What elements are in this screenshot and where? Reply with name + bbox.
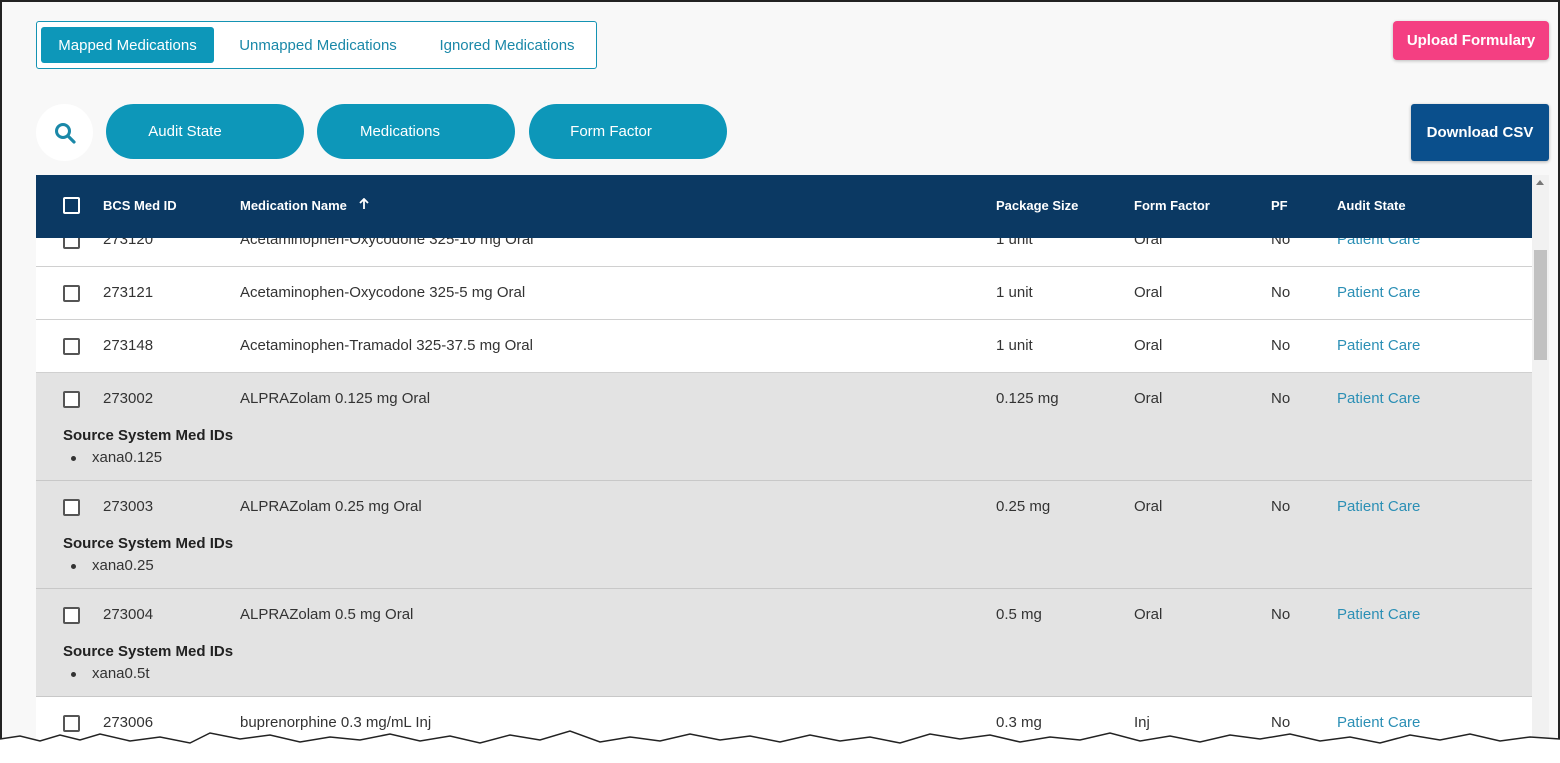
header-medication-name[interactable]: Medication Name xyxy=(240,197,369,213)
bcs-med-id: 273003 xyxy=(103,498,154,515)
filter-form-factor[interactable]: Form Factor xyxy=(529,104,727,159)
row-checkbox[interactable] xyxy=(63,338,80,355)
audit-state-link[interactable]: Patient Care xyxy=(1337,498,1420,515)
form-factor: Oral xyxy=(1134,238,1163,248)
header-audit-state[interactable]: Audit State xyxy=(1337,198,1406,213)
audit-state-link[interactable]: Patient Care xyxy=(1337,284,1420,301)
medication-name: Acetaminophen-Oxycodone 325-10 mg Oral xyxy=(240,238,534,248)
download-csv-button[interactable]: Download CSV xyxy=(1411,104,1549,161)
table-row-expanded[interactable]: 273004 ALPRAZolam 0.5 mg Oral 0.5 mg Ora… xyxy=(36,589,1532,697)
source-ids-label: Source System Med IDs xyxy=(63,643,234,660)
pf-value: No xyxy=(1271,498,1291,515)
tab-unmapped-medications[interactable]: Unmapped Medications xyxy=(214,27,422,63)
medications-table: BCS Med ID Medication Name Package Size … xyxy=(36,175,1549,763)
form-factor: Oral xyxy=(1134,390,1163,407)
audit-state-link[interactable]: Patient Care xyxy=(1337,337,1420,354)
header-pf[interactable]: PF xyxy=(1271,198,1288,213)
filter-audit-state[interactable]: Audit State xyxy=(106,104,304,159)
pf-value: No xyxy=(1271,238,1291,248)
table-body: 273120 Acetaminophen-Oxycodone 325-10 mg… xyxy=(36,238,1532,763)
table-row[interactable]: 273121 Acetaminophen-Oxycodone 325-5 mg … xyxy=(36,267,1532,320)
package-size: 1 unit xyxy=(996,284,1033,301)
source-id-item: xana0.125 xyxy=(70,449,163,466)
table-header: BCS Med ID Medication Name Package Size … xyxy=(36,175,1532,238)
package-size: 1 unit xyxy=(996,238,1033,248)
search-button[interactable] xyxy=(36,104,93,161)
source-ids-label: Source System Med IDs xyxy=(63,427,234,444)
tab-mapped-medications[interactable]: Mapped Medications xyxy=(41,27,214,63)
source-id-item: xana0.25 xyxy=(71,557,154,574)
source-id-item: xana0.5t xyxy=(71,665,150,682)
bcs-med-id: 273002 xyxy=(103,390,154,407)
row-checkbox[interactable] xyxy=(63,607,80,624)
search-icon xyxy=(54,122,76,144)
pf-value: No xyxy=(1271,284,1291,301)
select-all-checkbox[interactable] xyxy=(63,197,80,214)
row-checkbox[interactable] xyxy=(63,391,80,408)
package-size: 0.25 mg xyxy=(996,498,1051,515)
audit-state-link[interactable]: Patient Care xyxy=(1337,238,1420,248)
arrow-up-icon[interactable] xyxy=(358,197,369,213)
pf-value: No xyxy=(1271,337,1291,354)
package-size: 0.125 mg xyxy=(996,390,1059,407)
medication-name: Acetaminophen-Tramadol 325-37.5 mg Oral xyxy=(240,337,533,354)
table-row[interactable]: 273148 Acetaminophen-Tramadol 325-37.5 m… xyxy=(36,320,1532,373)
header-medication-name-label: Medication Name xyxy=(240,198,347,213)
tab-ignored-medications[interactable]: Ignored Medications xyxy=(422,27,592,63)
header-form-factor[interactable]: Form Factor xyxy=(1134,198,1210,213)
form-factor: Oral xyxy=(1134,498,1163,515)
pf-value: No xyxy=(1271,606,1291,623)
filter-medications[interactable]: Medications xyxy=(317,104,515,159)
package-size: 1 unit xyxy=(996,337,1033,354)
bcs-med-id: 273148 xyxy=(103,337,154,354)
bcs-med-id: 273004 xyxy=(103,606,154,623)
medication-name: Acetaminophen-Oxycodone 325-5 mg Oral xyxy=(240,284,526,301)
form-factor: Oral xyxy=(1134,337,1163,354)
scroll-up-arrow-icon[interactable] xyxy=(1536,180,1544,185)
package-size: 0.5 mg xyxy=(996,606,1042,623)
row-checkbox[interactable] xyxy=(63,499,80,516)
upload-formulary-button[interactable]: Upload Formulary xyxy=(1393,21,1549,60)
medication-tabs: Mapped Medications Unmapped Medications … xyxy=(36,21,597,69)
audit-state-link[interactable]: Patient Care xyxy=(1337,606,1420,623)
form-factor: Oral xyxy=(1134,606,1163,623)
table-row-expanded[interactable]: 273002 ALPRAZolam 0.125 mg Oral 0.125 mg… xyxy=(36,373,1532,481)
source-ids-label: Source System Med IDs xyxy=(63,535,234,552)
bcs-med-id: 273120 xyxy=(103,238,154,248)
app-frame: Mapped Medications Unmapped Medications … xyxy=(0,0,1560,763)
medication-name: ALPRAZolam 0.5 mg Oral xyxy=(240,606,414,623)
table-row-expanded[interactable]: 273003 ALPRAZolam 0.25 mg Oral 0.25 mg O… xyxy=(36,481,1532,589)
medication-name: ALPRAZolam 0.125 mg Oral xyxy=(240,390,431,407)
header-package-size[interactable]: Package Size xyxy=(996,198,1078,213)
bcs-med-id: 273121 xyxy=(103,284,154,301)
table-row[interactable]: 273120 Acetaminophen-Oxycodone 325-10 mg… xyxy=(36,238,1532,267)
form-factor: Oral xyxy=(1134,284,1163,301)
audit-state-link[interactable]: Patient Care xyxy=(1337,390,1420,407)
medication-name: ALPRAZolam 0.25 mg Oral xyxy=(240,498,422,515)
header-bcs-med-id[interactable]: BCS Med ID xyxy=(103,198,177,213)
pf-value: No xyxy=(1271,390,1291,407)
scrollbar-thumb[interactable] xyxy=(1534,250,1547,360)
table-scrollbar[interactable] xyxy=(1532,175,1549,763)
torn-edge-decoration xyxy=(0,730,1560,763)
row-checkbox[interactable] xyxy=(63,238,80,249)
row-checkbox[interactable] xyxy=(63,285,80,302)
